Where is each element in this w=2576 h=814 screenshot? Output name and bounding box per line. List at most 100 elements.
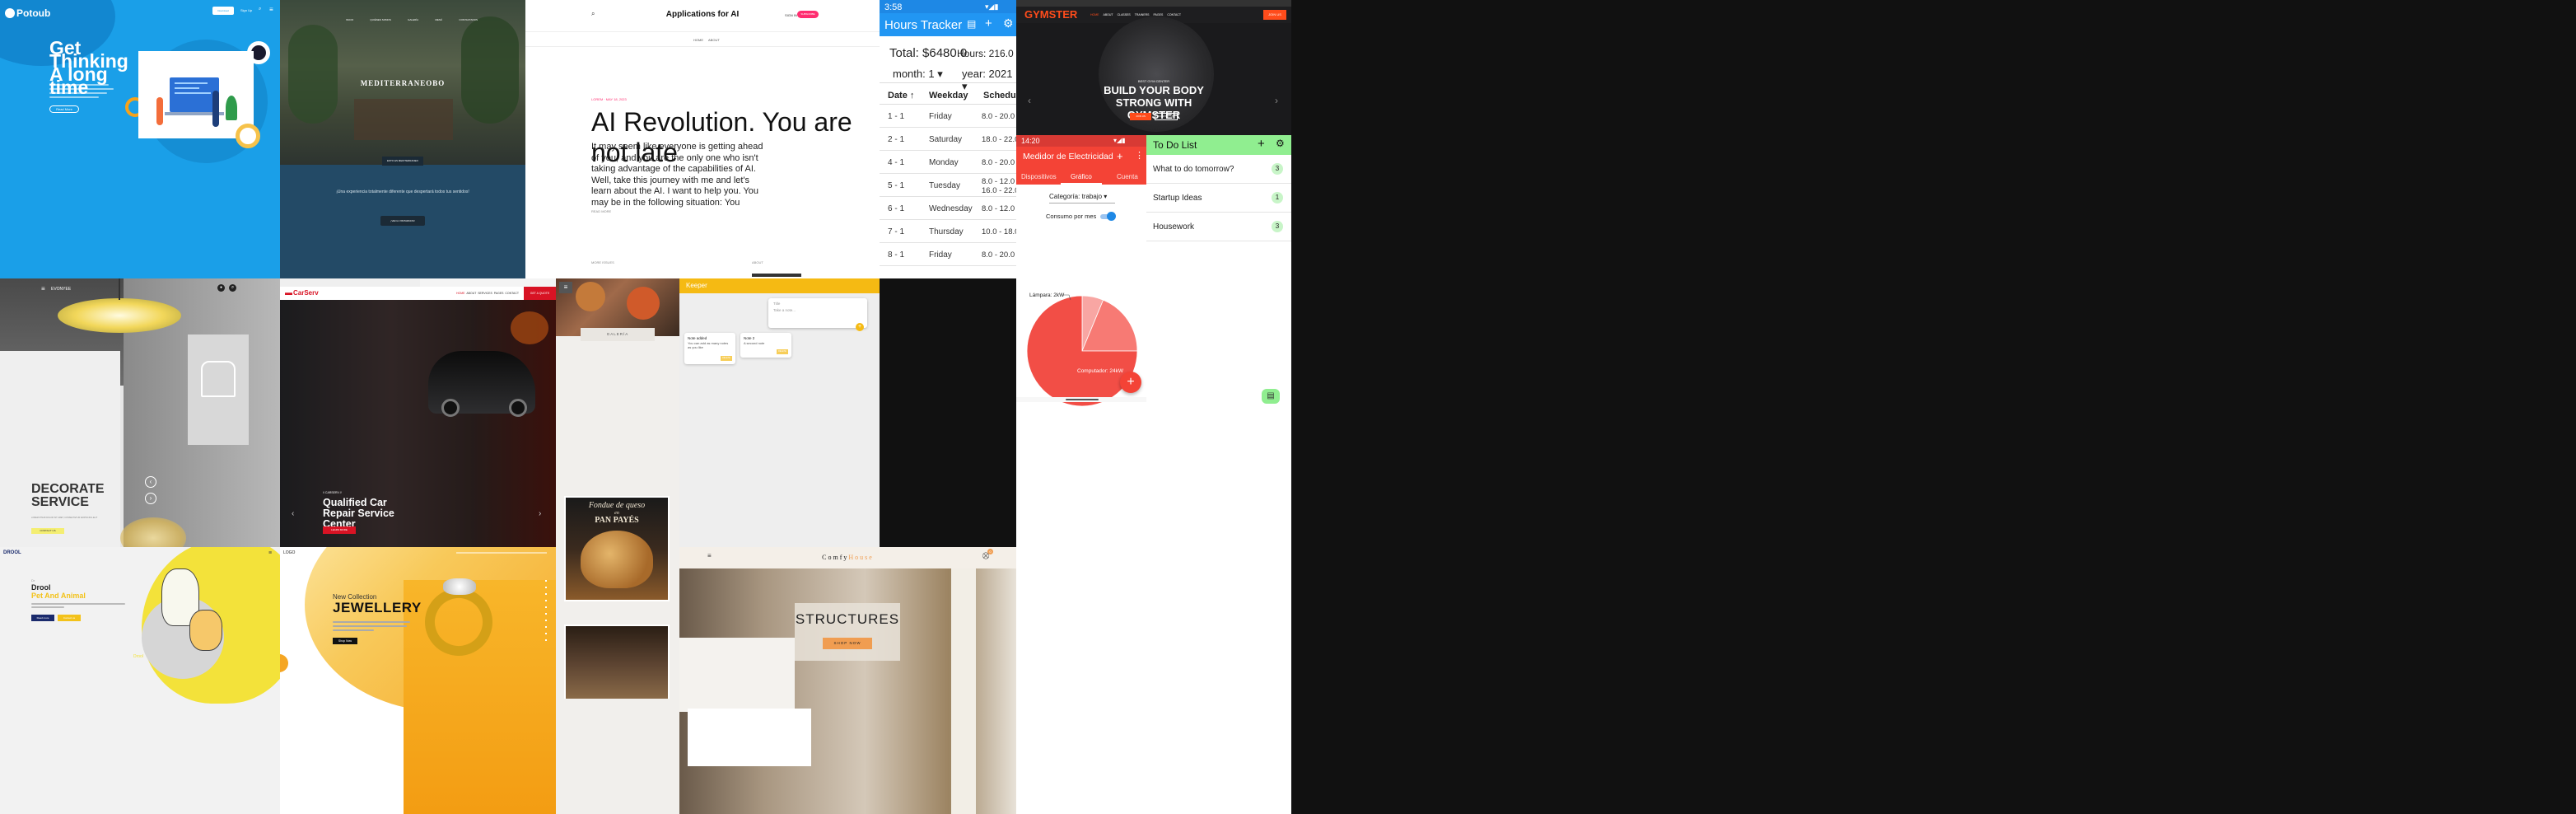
add-note-icon[interactable]: + bbox=[856, 323, 864, 331]
row-schedule: 8.0 - 12.0 bbox=[982, 204, 1015, 213]
col-schedule[interactable]: Schedule bbox=[983, 91, 1016, 101]
carserv-next-icon[interactable]: › bbox=[539, 509, 541, 518]
nav-about[interactable]: ABOUT bbox=[1104, 13, 1113, 16]
row-date: 2 - 1 bbox=[888, 135, 905, 144]
delete-note-button[interactable]: DELETE bbox=[721, 356, 732, 361]
nav-galeria[interactable]: GALERÍA bbox=[408, 18, 418, 21]
nav-contact[interactable]: CONTACT bbox=[1167, 13, 1181, 16]
potoub-hero-title: Get Thinking A long time bbox=[49, 37, 128, 98]
user-icon[interactable]: ● bbox=[217, 284, 225, 292]
nav-classes[interactable]: CLASSES bbox=[1118, 13, 1131, 16]
add-icon[interactable]: + bbox=[985, 16, 992, 30]
todo-title: To Do List bbox=[1153, 139, 1197, 151]
nav-pages[interactable]: PAGES bbox=[494, 292, 504, 295]
nav-contactanos[interactable]: CONTACTANOS bbox=[459, 18, 478, 21]
get-quote-button[interactable]: GET A QUOTE bbox=[524, 287, 556, 300]
nav-pages[interactable]: PAGES bbox=[1153, 13, 1163, 16]
pendant-lamp bbox=[58, 298, 181, 333]
slider-dots[interactable] bbox=[545, 580, 547, 646]
add-icon[interactable]: + bbox=[1117, 150, 1123, 162]
more-vert-icon[interactable]: ⋮ bbox=[1135, 150, 1144, 161]
gymster-join-cta[interactable]: JOIN US bbox=[1263, 10, 1286, 20]
note-body-input[interactable]: Take a note... bbox=[773, 308, 796, 312]
row-weekday: Wednesday bbox=[929, 204, 973, 213]
nav-about[interactable]: ABOUT bbox=[466, 292, 476, 295]
sign-in-link[interactable]: SIGN IN bbox=[785, 13, 797, 17]
nav-trainers[interactable]: TRAINERS bbox=[1135, 13, 1150, 16]
comfy-brand[interactable]: ComfyHouse bbox=[679, 554, 1016, 561]
evonyee-brand[interactable]: EVONYEE bbox=[51, 287, 71, 292]
note-title-input[interactable]: Title bbox=[773, 302, 780, 306]
evonyee-menu-icon[interactable]: ≡ bbox=[41, 285, 45, 292]
contact-us-button[interactable]: CONTACT US bbox=[1155, 113, 1178, 120]
total-hours: Hours: 216.0 bbox=[957, 48, 1014, 59]
row-schedule: 10.0 - 18.0 bbox=[982, 227, 1016, 236]
category-select[interactable]: Categoría: trabajo ▾ bbox=[1049, 193, 1107, 200]
drool-menu-icon[interactable]: ≡ bbox=[268, 550, 272, 556]
month-select[interactable]: month: 1 ▾ bbox=[893, 68, 943, 81]
nav-home[interactable]: HOME bbox=[456, 292, 465, 295]
subscribe-button[interactable]: SUBSCRIBE bbox=[797, 11, 819, 18]
signup-link[interactable]: Sign Up bbox=[240, 8, 252, 12]
comfy-shop-now-button[interactable]: SHOP NOW bbox=[823, 638, 872, 649]
menu-icon[interactable]: ≡ bbox=[269, 6, 273, 13]
tab-cuenta[interactable]: Cuenta bbox=[1117, 173, 1138, 180]
next-arrow-icon[interactable]: › bbox=[1275, 95, 1278, 106]
galeria-menu-icon[interactable]: ≡ bbox=[559, 282, 572, 293]
tab-grafico[interactable]: Gráfico bbox=[1071, 173, 1092, 180]
join-us-button[interactable]: JOIN US bbox=[1130, 113, 1151, 120]
evonyee-headline: DECORATE SERVICE bbox=[31, 482, 105, 509]
download-button[interactable]: Download bbox=[212, 7, 234, 15]
carserv-logo[interactable]: CarServ bbox=[293, 289, 319, 297]
nav-menu[interactable]: MENÚ bbox=[435, 18, 442, 21]
read-more-button[interactable]: Read More bbox=[49, 105, 79, 113]
jewellery-logo[interactable]: LOGO bbox=[283, 550, 295, 555]
row-schedule: 8.0 - 20.0 bbox=[982, 112, 1015, 121]
wine-photo[interactable] bbox=[566, 626, 668, 699]
add-list-icon[interactable]: + bbox=[1258, 137, 1265, 151]
year-select[interactable]: year: 2021 ▾ bbox=[962, 68, 1016, 93]
list-item-label: What to do tomorrow? bbox=[1153, 165, 1234, 174]
nav-about[interactable]: ABOUT bbox=[708, 38, 720, 42]
col-weekday[interactable]: Weekday bbox=[929, 91, 968, 101]
row-divider bbox=[880, 265, 1016, 266]
calendar-icon[interactable]: ▤ bbox=[967, 18, 976, 30]
nav-quienes-somos[interactable]: QUIÉNES SOMOS bbox=[370, 18, 391, 21]
prev-arrow-icon[interactable]: ‹ bbox=[1028, 95, 1031, 106]
nav-services[interactable]: SERVICES bbox=[478, 292, 492, 295]
nav-home[interactable]: HOME bbox=[693, 38, 703, 42]
shop-now-button[interactable]: Shop Now bbox=[333, 638, 357, 644]
tile-todo: To Do List + ⚙ What to do tomorrow? 3 Star… bbox=[1146, 135, 1291, 814]
drool-contact-button[interactable]: Contact us bbox=[58, 615, 81, 621]
list-divider bbox=[1146, 212, 1291, 213]
blog-title[interactable]: Applications for AI bbox=[525, 10, 880, 19]
slider-prev-icon[interactable]: ‹ bbox=[145, 476, 156, 488]
col-date[interactable]: Date ↑ bbox=[888, 91, 914, 101]
drool-read-more-button[interactable]: Read more bbox=[31, 615, 54, 621]
slider-next-icon[interactable]: › bbox=[145, 493, 156, 504]
visit-us-button[interactable]: ¡VEN A VISITARNOS! bbox=[380, 216, 425, 226]
evonyee-search-icon[interactable]: ⌕ bbox=[229, 284, 236, 292]
notes-icon[interactable]: ▤ bbox=[1262, 389, 1280, 404]
delete-note-button[interactable]: DELETE bbox=[777, 349, 788, 354]
drool-logo[interactable]: DROOL bbox=[3, 550, 21, 555]
fab-add-icon[interactable]: + bbox=[1120, 372, 1141, 393]
nav-inicio[interactable]: INICIO bbox=[346, 18, 353, 21]
row-divider bbox=[880, 127, 1016, 128]
evonyee-contact-button[interactable]: CONTACT US bbox=[31, 528, 64, 534]
carserv-prev-icon[interactable]: ‹ bbox=[292, 509, 294, 518]
gymster-logo[interactable]: GYMSTER bbox=[1024, 8, 1077, 21]
tab-dispositivos[interactable]: Dispositivos bbox=[1021, 173, 1057, 180]
monthly-toggle-label: Consumo por mes bbox=[1046, 213, 1097, 220]
read-more-link[interactable]: READ MORE bbox=[591, 209, 611, 213]
nav-home[interactable]: HOME bbox=[1090, 13, 1099, 16]
gymster-nav: HOME ABOUT CLASSES TRAINERS PAGES CONTAC… bbox=[1090, 13, 1181, 16]
search-icon[interactable]: ⌕ bbox=[259, 7, 261, 12]
nav-contact[interactable]: CONTACT bbox=[505, 292, 519, 295]
potoub-logo[interactable]: Potoub bbox=[16, 7, 50, 19]
settings-icon[interactable]: ⚙ bbox=[1003, 16, 1014, 30]
settings-icon[interactable]: ⚙ bbox=[1276, 138, 1285, 149]
pie-slice-label: Lámpara: 2kW bbox=[1029, 292, 1065, 298]
learn-more-button[interactable]: LEARN MORE bbox=[323, 526, 356, 534]
note-title: Note added bbox=[688, 336, 707, 340]
